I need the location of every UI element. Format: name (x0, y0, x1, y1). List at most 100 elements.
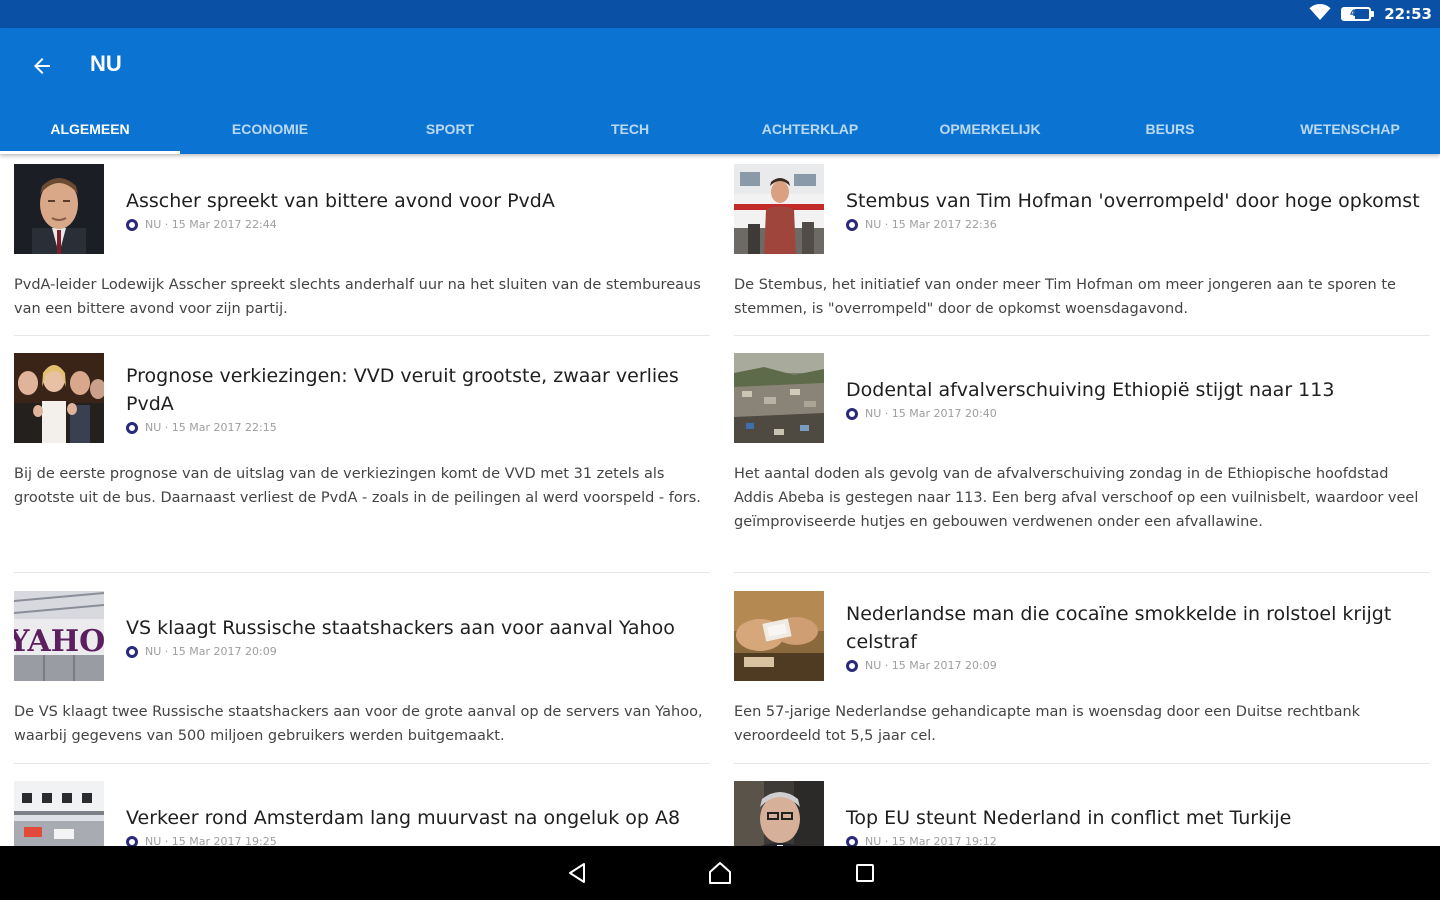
news-source: NU (145, 644, 162, 658)
news-title: Stembus van Tim Hofman 'overrompeld' doo… (846, 189, 1420, 212)
tab-achterklap[interactable]: ACHTERKLAP (720, 104, 900, 154)
tab-opmerkelijk[interactable]: OPMERKELIJK (900, 104, 1080, 154)
divider (734, 335, 1430, 336)
app-title: NU (90, 51, 122, 76)
news-meta: NU · 15 Mar 2017 19:25 (126, 834, 710, 847)
category-tabs: ALGEMEEN ECONOMIE SPORT TECH ACHTERKLAP … (0, 104, 1440, 154)
nav-back-button[interactable] (562, 858, 592, 888)
news-excerpt: Het aantal doden als gevolg van de afval… (734, 466, 1419, 530)
news-card[interactable]: YAHOO VS klaagt Russische staatshackers … (14, 591, 710, 751)
nav-home-button[interactable] (705, 858, 735, 888)
tab-sport[interactable]: SPORT (360, 104, 540, 154)
news-header: Verkeer rond Amsterdam lang muurvast na … (126, 781, 710, 846)
news-meta: NU · 15 Mar 2017 20:09 (846, 659, 1430, 673)
nu-logo-icon (126, 835, 138, 846)
news-source: NU (865, 406, 882, 420)
news-card[interactable]: Dodental afvalverschuiving Ethiopië stij… (734, 353, 1430, 563)
news-card[interactable]: Asscher spreekt van bittere avond voor P… (14, 164, 710, 324)
tab-wetenschap[interactable]: WETENSCHAP (1260, 104, 1440, 154)
tab-label: SPORT (425, 121, 475, 137)
news-excerpt: De VS klaagt twee Russische staatshacker… (14, 704, 703, 744)
news-source: NU (145, 834, 162, 847)
tab-beurs[interactable]: BEURS (1080, 104, 1260, 154)
news-thumbnail (14, 781, 104, 846)
news-source: NU (865, 658, 882, 672)
news-excerpt: Bij de eerste prognose van de uitslag va… (14, 466, 701, 506)
news-date: 15 Mar 2017 19:12 (891, 834, 997, 847)
nav-recents-icon (856, 864, 874, 882)
app-window: 45 22:53 NU ALGEMEEN ECONOMIE SPORT TECH… (0, 0, 1440, 900)
tab-algemeen[interactable]: ALGEMEEN (0, 104, 180, 154)
news-source: NU (865, 217, 882, 231)
tab-label: WETENSCHAP (1300, 121, 1400, 137)
news-title: Prognose verkiezingen: VVD veruit groots… (126, 364, 679, 415)
system-nav-bar (0, 846, 1440, 900)
news-date: 15 Mar 2017 19:25 (171, 834, 277, 847)
wifi-icon (1309, 3, 1331, 25)
status-bar: 45 22:53 (0, 0, 1440, 28)
nu-logo-icon (126, 421, 138, 434)
nav-recents-button[interactable] (850, 858, 880, 888)
nu-logo-icon (846, 407, 858, 420)
news-date: 15 Mar 2017 20:09 (171, 644, 277, 658)
news-meta: NU · 15 Mar 2017 20:09 (126, 645, 710, 659)
news-title: Asscher spreekt van bittere avond voor P… (126, 189, 555, 212)
news-thumbnail (14, 353, 104, 443)
status-icons: 45 22:53 (1309, 0, 1432, 28)
news-card[interactable]: Nederlandse man die cocaïne smokkelde in… (734, 591, 1430, 751)
divider (14, 335, 710, 336)
nu-logo-icon (126, 645, 138, 658)
news-header: Dodental afvalverschuiving Ethiopië stij… (846, 353, 1430, 443)
news-meta: NU · 15 Mar 2017 19:12 (846, 834, 1430, 847)
news-header: VS klaagt Russische staatshackers aan vo… (126, 591, 710, 681)
arrow-left-icon (34, 58, 50, 74)
news-card[interactable]: Top EU steunt Nederland in conflict met … (734, 781, 1430, 846)
news-excerpt: De Stembus, het initiatief van onder mee… (734, 277, 1396, 317)
news-card[interactable]: Stembus van Tim Hofman 'overrompeld' doo… (734, 164, 1430, 324)
news-excerpt: PvdA-leider Lodewijk Asscher spreekt sle… (14, 277, 701, 317)
tab-label: BEURS (1145, 121, 1195, 137)
news-thumbnail (734, 781, 824, 846)
divider (734, 572, 1430, 573)
nav-back-icon (569, 863, 585, 883)
news-header: Top EU steunt Nederland in conflict met … (846, 781, 1430, 846)
tab-label: TECH (610, 121, 650, 137)
news-thumbnail (14, 164, 104, 254)
nu-logo-icon (126, 218, 138, 231)
tab-tech[interactable]: TECH (540, 104, 720, 154)
news-date: 15 Mar 2017 22:15 (171, 420, 277, 434)
news-title: Verkeer rond Amsterdam lang muurvast na … (126, 806, 681, 829)
back-button[interactable] (22, 46, 62, 86)
divider (14, 763, 710, 764)
divider (14, 572, 710, 573)
news-header: Asscher spreekt van bittere avond voor P… (126, 164, 710, 254)
news-title: Nederlandse man die cocaïne smokkelde in… (846, 602, 1392, 653)
news-meta: NU · 15 Mar 2017 22:15 (126, 421, 710, 435)
news-source: NU (145, 420, 162, 434)
battery-percent: 45 (1349, 8, 1363, 19)
news-header: Nederlandse man die cocaïne smokkelde in… (846, 591, 1430, 681)
news-header: Prognose verkiezingen: VVD veruit groots… (126, 353, 710, 443)
nu-logo-icon (846, 835, 858, 846)
news-title: Dodental afvalverschuiving Ethiopië stij… (846, 378, 1335, 401)
news-feed: Asscher spreekt van bittere avond voor P… (0, 154, 1440, 846)
news-card[interactable]: Verkeer rond Amsterdam lang muurvast na … (14, 781, 710, 846)
tab-label: ALGEMEEN (50, 121, 130, 137)
news-date: 15 Mar 2017 20:40 (891, 406, 997, 420)
news-thumbnail (734, 164, 824, 254)
yahoo-logo-text: YAHOO (14, 624, 104, 659)
news-source: NU (865, 834, 882, 847)
news-date: 15 Mar 2017 20:09 (891, 658, 997, 672)
news-meta: NU · 15 Mar 2017 22:36 (846, 218, 1430, 232)
news-meta: NU · 15 Mar 2017 20:40 (846, 407, 1430, 421)
news-thumbnail (734, 591, 824, 681)
news-excerpt: Een 57-jarige Nederlandse gehandicapte m… (734, 704, 1361, 744)
news-title: VS klaagt Russische staatshackers aan vo… (126, 616, 675, 639)
news-card[interactable]: Prognose verkiezingen: VVD veruit groots… (14, 353, 710, 553)
news-date: 15 Mar 2017 22:36 (891, 217, 997, 231)
news-thumbnail (734, 353, 824, 443)
nav-home-icon (709, 862, 731, 884)
tab-economie[interactable]: ECONOMIE (180, 104, 360, 154)
app-bar: NU ALGEMEEN ECONOMIE SPORT TECH ACHTERKL… (0, 28, 1440, 154)
divider (734, 763, 1430, 764)
